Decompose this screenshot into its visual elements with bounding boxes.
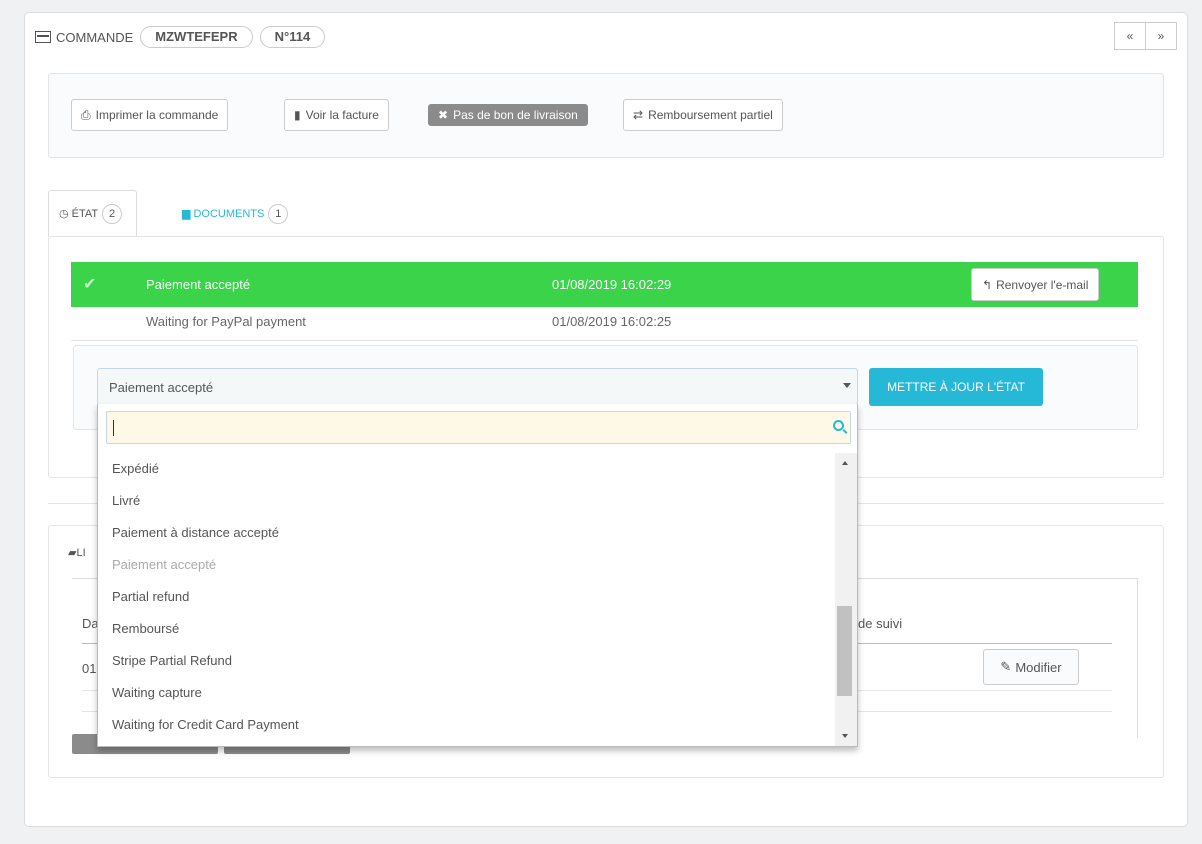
text-cursor (113, 420, 114, 436)
tab-state-label: ÉTAT (71, 207, 99, 220)
scroll-down-icon[interactable] (842, 734, 848, 738)
shipping-table-border (1137, 578, 1138, 738)
tab-documents-label: DOCUMENTS (193, 207, 265, 220)
order-nav: « » (1114, 22, 1177, 50)
order-title: COMMANDE (56, 29, 134, 45)
dropdown-options: Expédié Livré Paiement à distance accept… (98, 453, 833, 741)
partial-refund-button[interactable]: ⇄ Remboursement partiel (623, 99, 783, 131)
no-delivery-slip-label: Pas de bon de livraison (453, 108, 578, 122)
scroll-thumb[interactable] (837, 606, 852, 696)
reply-icon: ↰ (982, 277, 993, 292)
print-icon: ⎙ (81, 107, 91, 122)
file-icon: ▮ (294, 108, 301, 122)
dropdown-option[interactable]: Partial refund (98, 581, 833, 613)
chevron-down-icon (843, 383, 851, 388)
history-status: Paiement accepté (146, 277, 251, 292)
no-delivery-slip-button[interactable]: ✖ Pas de bon de livraison (428, 104, 588, 126)
dropdown-option[interactable]: Remboursé (98, 613, 833, 645)
state-dropdown: Expédié Livré Paiement à distance accept… (97, 404, 858, 747)
dropdown-option[interactable]: Expédié (98, 453, 833, 485)
update-state-button[interactable]: METTRE À JOUR L'ÉTAT (869, 368, 1043, 406)
next-order-button[interactable]: » (1145, 22, 1177, 50)
scroll-up-icon[interactable] (842, 461, 848, 465)
dropdown-option[interactable]: Paiement à distance accepté (98, 517, 833, 549)
history-date: 01/08/2019 16:02:29 (552, 277, 672, 292)
print-order-label: Imprimer la commande (95, 108, 219, 122)
row-date: 01 (82, 661, 97, 676)
order-icon (35, 31, 51, 43)
document-icon: ▆ (182, 208, 191, 220)
dropdown-scrollbar[interactable] (835, 453, 857, 746)
history-row: Waiting for PayPal payment 01/08/2019 16… (71, 307, 1138, 341)
exchange-icon: ⇄ (633, 108, 644, 122)
resend-email-button[interactable]: ↰ Renvoyer l'e-mail (971, 268, 1100, 301)
dropdown-option[interactable]: Waiting for Credit Card Payment (98, 709, 833, 741)
dropdown-option-selected: Paiement accepté (112, 557, 217, 572)
pencil-icon: ✎ (1000, 659, 1012, 674)
dropdown-option[interactable]: Livré (98, 485, 833, 517)
dropdown-option[interactable]: Stripe Partial Refund (98, 645, 833, 677)
history-status: Waiting for PayPal payment (146, 314, 306, 329)
backward-icon: « (1126, 29, 1134, 43)
check-icon: ✔ (83, 276, 97, 293)
modify-label: Modifier (1015, 659, 1062, 675)
history-row-current: ✔ Paiement accepté 01/08/2019 16:02:29 ↰… (71, 262, 1138, 307)
dropdown-search-input[interactable] (106, 411, 851, 444)
order-header: COMMANDE MZWTEFEPR N°114 (35, 25, 326, 49)
partial-refund-label: Remboursement partiel (648, 108, 773, 122)
shipping-tab-label: ▰LI (68, 547, 86, 559)
tab-state-count: 2 (102, 203, 123, 224)
close-icon: ✖ (438, 108, 449, 122)
clock-icon: ◷ (59, 208, 69, 220)
previous-order-button[interactable]: « (1114, 22, 1146, 50)
order-reference: MZWTEFEPR (140, 26, 253, 48)
print-order-button[interactable]: ⎙ Imprimer la commande (71, 99, 229, 131)
history-date: 01/08/2019 16:02:25 (552, 314, 672, 329)
resend-email-label: Renvoyer l'e-mail (996, 277, 1089, 292)
view-invoice-label: Voir la facture (305, 108, 379, 122)
tab-documents-count: 1 (268, 203, 289, 224)
order-number: N°114 (259, 26, 326, 48)
col-tracking: de suivi (858, 616, 903, 631)
forward-icon: » (1157, 29, 1165, 43)
state-select[interactable]: Paiement accepté (97, 368, 858, 405)
state-select-value: Paiement accepté (109, 380, 214, 395)
tab-documents[interactable]: ▆ DOCUMENTS 1 (182, 190, 289, 237)
modify-button[interactable]: ✎ Modifier (983, 649, 1079, 685)
tab-state[interactable]: ◷ ÉTAT 2 (48, 190, 138, 237)
view-invoice-button[interactable]: ▮ Voir la facture (284, 99, 389, 131)
search-icon (833, 420, 844, 431)
dropdown-option[interactable]: Waiting capture (98, 677, 833, 709)
